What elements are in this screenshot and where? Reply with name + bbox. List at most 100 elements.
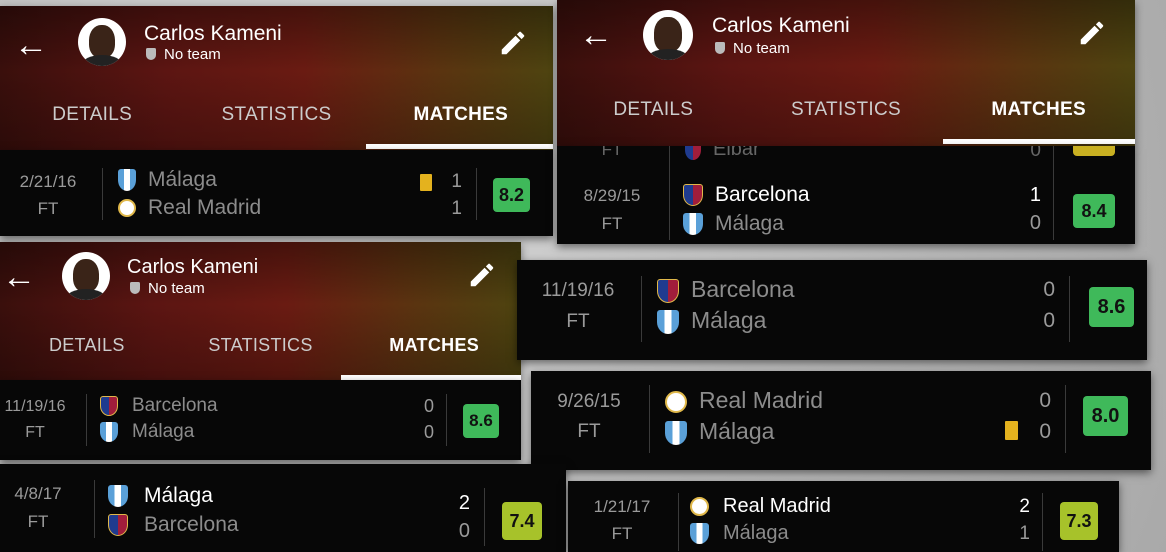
away-team-name: Málaga	[715, 212, 784, 235]
profile-header-3: ← Carlos Kameni No team DETAILS STATISTI…	[0, 242, 521, 380]
tab-statistics[interactable]: STATISTICS	[750, 99, 943, 121]
barcelona-crest-icon	[657, 278, 679, 303]
real-madrid-crest-icon	[118, 199, 136, 218]
rating-badge	[1073, 146, 1115, 156]
player-team-label: No team	[164, 46, 221, 63]
match-date: 8/29/15	[583, 186, 641, 205]
score: 0	[1030, 146, 1041, 161]
home-team: Barcelona	[683, 183, 810, 207]
away-team-name: Málaga	[699, 418, 775, 444]
match-date: 1/21/17	[593, 497, 651, 516]
back-arrow-icon[interactable]: ←	[14, 28, 48, 62]
divider	[669, 146, 670, 240]
avatar	[78, 18, 126, 66]
away-team: Málaga	[690, 522, 789, 545]
pencil-icon[interactable]	[498, 28, 528, 58]
home-team: Málaga	[118, 168, 217, 192]
match-status: FT	[601, 214, 623, 233]
away-team: Málaga	[100, 421, 194, 443]
malaga-crest-icon	[657, 309, 679, 334]
match-row[interactable]: 4/8/17 FT Málaga Barcelona 2 0 7.4	[0, 464, 566, 552]
tab-statistics[interactable]: STATISTICS	[184, 104, 368, 126]
shield-icon	[146, 48, 156, 60]
player-team-label: No team	[148, 280, 205, 297]
real-madrid-crest-icon	[690, 497, 709, 517]
match-row[interactable]: 9/26/15 FT Real Madrid Málaga 0 0 8.0	[531, 371, 1151, 470]
divider	[1042, 493, 1043, 551]
pencil-icon[interactable]	[467, 260, 497, 290]
rating-badge: 8.4	[1073, 194, 1115, 228]
match-row[interactable]: 11/19/16 FT Barcelona Málaga 0 0 8.6	[517, 260, 1147, 360]
home-team-name: Real Madrid	[699, 387, 823, 413]
malaga-crest-icon	[108, 485, 128, 508]
away-team-name: Málaga	[691, 307, 767, 333]
away-team-name: Real Madrid	[148, 196, 262, 219]
player-name: Carlos Kameni	[127, 256, 259, 278]
eibar-crest-icon	[685, 146, 701, 160]
barcelona-crest-icon	[683, 184, 703, 207]
match-status: FT	[601, 146, 623, 159]
match-status: FT	[566, 311, 590, 332]
divider	[678, 493, 679, 551]
home-score: 0	[423, 396, 434, 416]
rating-badge: 8.0	[1083, 396, 1128, 436]
player-name: Carlos Kameni	[712, 14, 850, 37]
away-team-name: Málaga	[132, 421, 195, 442]
tab-details[interactable]: DETAILS	[0, 104, 184, 126]
home-score: 0	[1039, 389, 1051, 412]
player-team: No team	[146, 46, 221, 63]
tab-details[interactable]: DETAILS	[557, 99, 750, 121]
divider	[641, 276, 642, 342]
away-score: 0	[1039, 420, 1051, 443]
tab-details[interactable]: DETAILS	[0, 335, 174, 356]
tab-statistics[interactable]: STATISTICS	[174, 335, 348, 356]
match-date: 11/19/16	[4, 398, 66, 415]
match-status: FT	[27, 512, 49, 531]
away-team: Málaga	[665, 418, 774, 445]
rating-badge: 7.3	[1060, 502, 1098, 540]
pencil-icon[interactable]	[1077, 18, 1107, 48]
malaga-crest-icon	[118, 169, 136, 192]
match-row[interactable]: 1/21/17 FT Real Madrid Málaga 2 1 7.3	[568, 481, 1119, 552]
away-team-name: Málaga	[723, 522, 789, 544]
divider	[484, 488, 485, 546]
tab-bar: DETAILS STATISTICS MATCHES	[0, 335, 521, 356]
rating-badge: 8.2	[493, 178, 530, 212]
divider	[446, 394, 447, 446]
malaga-crest-icon	[100, 421, 118, 442]
match-date: 2/21/16	[19, 172, 77, 191]
away-score: 0	[458, 520, 470, 542]
divider	[476, 168, 477, 220]
away-team: Málaga	[683, 212, 784, 236]
player-team: No team	[130, 280, 205, 297]
back-arrow-icon[interactable]: ←	[579, 18, 613, 52]
home-team-name: Barcelona	[715, 183, 810, 206]
home-team: Málaga	[108, 484, 213, 508]
away-score: 1	[451, 198, 462, 219]
match-row[interactable]: 11/19/16 FT Barcelona Málaga 0 0 8.6	[0, 380, 521, 460]
tab-matches[interactable]: MATCHES	[942, 99, 1135, 121]
home-team: Barcelona	[657, 276, 795, 303]
match-status: FT	[25, 424, 45, 441]
match-row[interactable]: FT Eibar 0 8/29/15 FT Barcelona Málaga 1…	[557, 146, 1135, 244]
rating-badge: 7.4	[502, 502, 542, 540]
back-arrow-icon[interactable]: ←	[2, 260, 36, 294]
home-team: Real Madrid	[665, 387, 823, 414]
rating-badge: 8.6	[1089, 287, 1134, 327]
tab-matches[interactable]: MATCHES	[369, 104, 553, 126]
player-team-label: No team	[733, 40, 790, 57]
malaga-crest-icon	[690, 523, 709, 545]
divider	[649, 385, 650, 453]
match-status: FT	[611, 524, 633, 543]
shield-icon	[715, 42, 725, 54]
barcelona-crest-icon	[100, 395, 118, 416]
match-status: FT	[37, 199, 59, 218]
home-team-name: Barcelona	[691, 276, 795, 302]
match-status: FT	[577, 421, 601, 442]
tab-bar: DETAILS STATISTICS MATCHES	[557, 99, 1135, 121]
away-team: Real Madrid	[118, 196, 261, 220]
malaga-crest-icon	[665, 420, 687, 445]
match-date: 4/8/17	[14, 484, 62, 503]
tab-matches[interactable]: MATCHES	[347, 335, 521, 356]
match-row[interactable]: 2/21/16 FT Málaga Real Madrid 1 1 8.2	[0, 150, 553, 236]
